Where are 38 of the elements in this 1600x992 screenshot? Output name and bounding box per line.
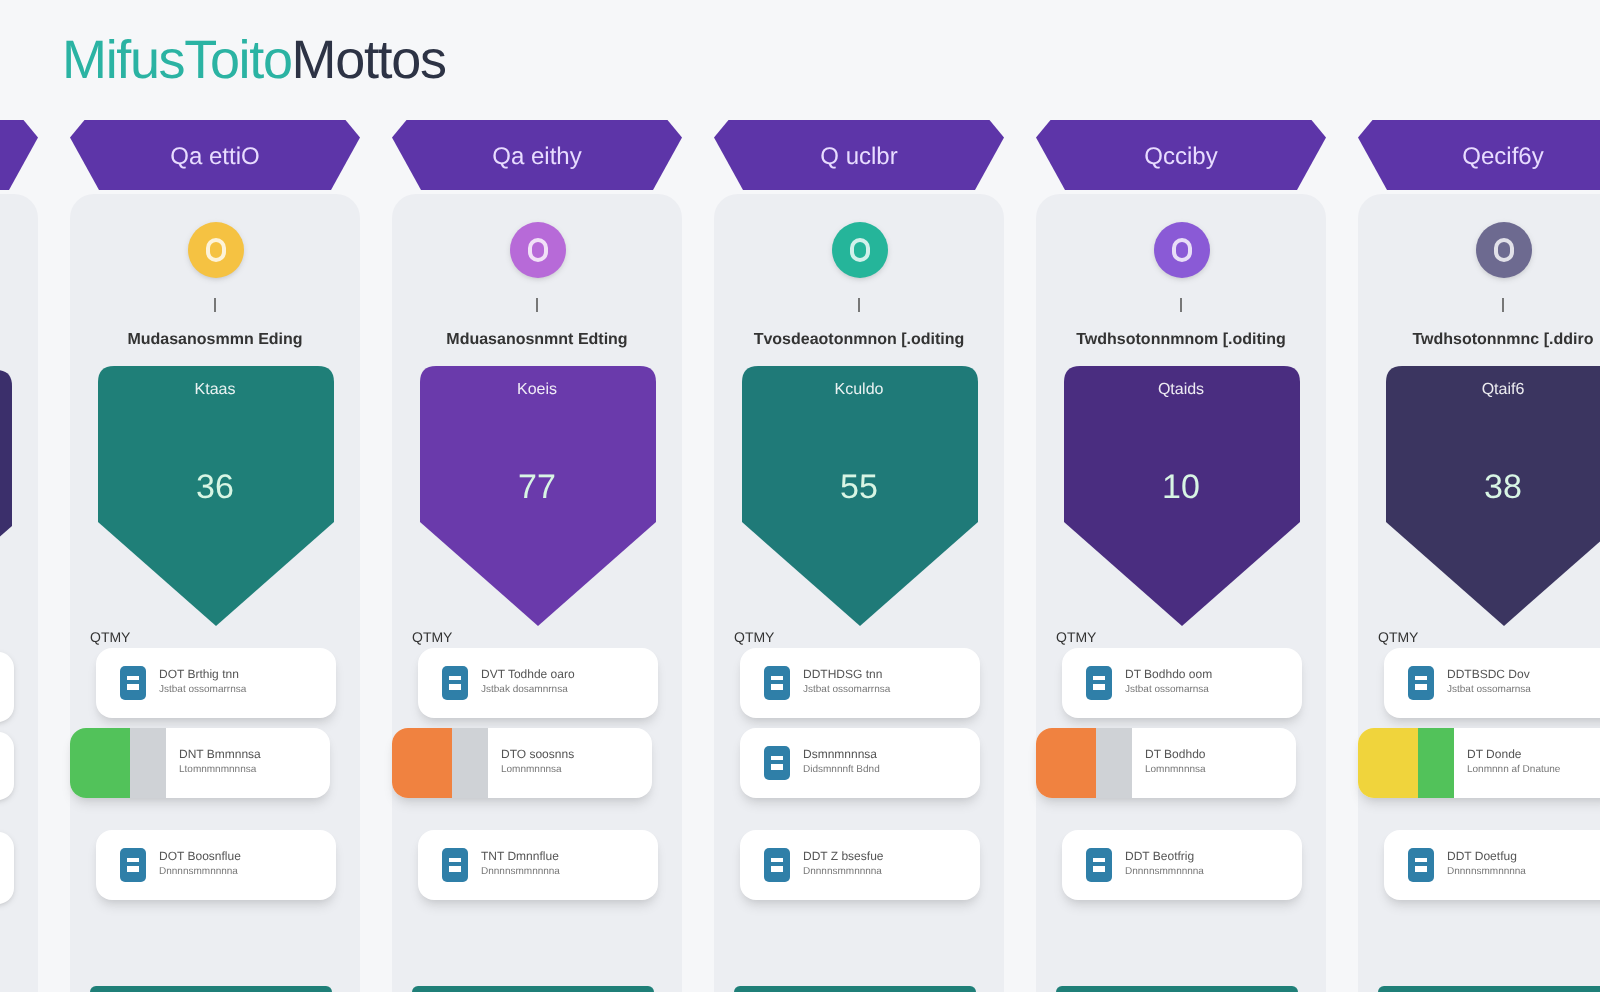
connector-line bbox=[858, 298, 860, 312]
score-value: 36 bbox=[196, 466, 234, 510]
score-value: 55 bbox=[840, 466, 878, 510]
connector-line bbox=[1180, 298, 1182, 312]
column-header: Qecif6y bbox=[1358, 120, 1600, 190]
document-icon bbox=[763, 666, 789, 700]
document-icon bbox=[119, 666, 145, 700]
column-header: Qa eithy bbox=[392, 120, 682, 190]
score-value: 10 bbox=[1162, 466, 1200, 510]
connector-line bbox=[214, 298, 216, 312]
connector-line bbox=[1502, 298, 1504, 312]
shield-label: Kculdo bbox=[834, 378, 884, 402]
column-caption: Mduasanosnmnt Edting bbox=[446, 330, 628, 350]
connector-line bbox=[536, 298, 538, 312]
document-icon bbox=[119, 848, 145, 882]
column-caption: Tvosdeaotonmnon [.oditing bbox=[753, 330, 965, 350]
column-caption: Mudasanosmmn Eding bbox=[127, 330, 303, 350]
app-title: Mottos bbox=[291, 30, 446, 90]
document-icon bbox=[763, 746, 789, 780]
column-caption: Twdhsotonnmnom [.oditing bbox=[1076, 330, 1286, 350]
document-icon bbox=[1407, 666, 1433, 700]
document-icon bbox=[1407, 848, 1433, 882]
document-icon bbox=[1085, 848, 1111, 882]
score-value: 38 bbox=[1484, 466, 1522, 510]
document-icon bbox=[763, 848, 789, 882]
document-icon bbox=[1085, 666, 1111, 700]
shield-label: Ktaas bbox=[194, 378, 236, 402]
shield-label: Qtaids bbox=[1157, 378, 1205, 402]
app-title-accent: MifusToito bbox=[62, 30, 292, 90]
column-header: Qcciby bbox=[1036, 120, 1326, 190]
column-caption: Twdhsotonnmnc [.ddiro bbox=[1412, 330, 1594, 350]
column-header: Q uclbr bbox=[714, 120, 1004, 190]
document-icon bbox=[441, 666, 467, 700]
shield-label: Qtaif6 bbox=[1481, 378, 1525, 402]
score-value: 77 bbox=[518, 466, 556, 510]
column-header: Qa ettiO bbox=[70, 120, 360, 190]
shield-label: Koeis bbox=[516, 378, 557, 402]
document-icon bbox=[441, 848, 467, 882]
